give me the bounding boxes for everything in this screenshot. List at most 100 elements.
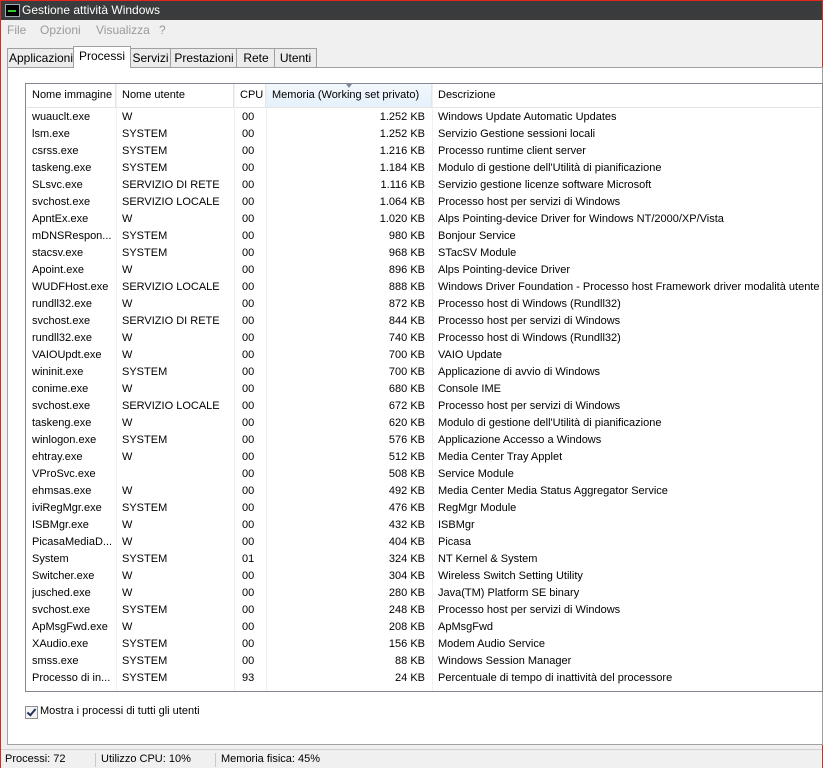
tab-users[interactable]: Utenti <box>274 48 317 67</box>
process-row[interactable]: ISBMgr.exe W 00 432 KB ISBMgr <box>26 517 822 534</box>
process-description: Percentuale di tempo di inattività del p… <box>438 672 673 684</box>
menu-options[interactable]: Opzioni <box>40 23 81 37</box>
process-row[interactable]: ApMsgFwd.exe W 00 208 KB ApMsgFwd <box>26 619 822 636</box>
process-row[interactable]: csrss.exe SYSTEM 00 1.216 KB Processo runtim… <box>26 143 822 160</box>
process-row[interactable]: winlogon.exe SYSTEM 00 576 KB Applicazione A… <box>26 432 822 449</box>
process-cpu: 00 <box>242 366 255 378</box>
process-row[interactable]: smss.exe SYSTEM 00 88 KB Windows Session Man… <box>26 653 822 670</box>
process-row[interactable]: taskeng.exe W 00 620 KB Modulo di gestione d… <box>26 415 822 432</box>
process-user-name: SYSTEM <box>122 502 168 514</box>
process-row[interactable]: rundll32.exe W 00 740 KB Processo host di Wi… <box>26 330 822 347</box>
process-user-name: W <box>122 570 133 582</box>
process-row[interactable]: svchost.exe SERVIZIO LOCALE 00 1.064 KB Proc… <box>26 194 822 211</box>
process-cpu: 00 <box>242 536 255 548</box>
process-image-name: wuauclt.exe <box>32 111 91 123</box>
process-description: Windows Driver Foundation - Processo hos… <box>438 281 820 293</box>
process-row[interactable]: PicasaMediaD... W 00 404 KB Picasa <box>26 534 822 551</box>
process-description: Java(TM) Platform SE binary <box>438 587 580 599</box>
process-cpu: 00 <box>242 451 255 463</box>
menu-view[interactable]: Visualizza <box>96 23 150 37</box>
process-row[interactable]: iviRegMgr.exe SYSTEM 00 476 KB RegMgr Module <box>26 500 822 517</box>
process-list[interactable]: Nome immagine Nome utente CPU Memoria (W… <box>25 83 823 692</box>
title-bar[interactable]: Gestione attività Windows <box>1 1 822 20</box>
process-user-name: SERVIZIO DI RETE <box>122 315 220 327</box>
checkbox-checked-icon[interactable] <box>25 706 38 719</box>
process-user-name: SERVIZIO LOCALE <box>122 281 220 293</box>
process-memory: 512 KB <box>388 451 425 463</box>
process-row[interactable]: SLsvc.exe SERVIZIO DI RETE 00 1.116 KB Servi… <box>26 177 822 194</box>
process-image-name: conime.exe <box>32 383 89 395</box>
process-cpu: 00 <box>242 196 255 208</box>
process-row[interactable]: Switcher.exe W 00 304 KB Wireless Switch Set… <box>26 568 822 585</box>
tab-services[interactable]: Servizi <box>129 48 172 67</box>
process-cpu: 00 <box>242 468 255 480</box>
process-row[interactable]: Apoint.exe W 00 896 KB Alps Pointing-device … <box>26 262 822 279</box>
process-user-name: W <box>122 383 133 395</box>
processes-panel: Nome immagine Nome utente CPU Memoria (W… <box>7 67 823 745</box>
process-row[interactable]: stacsv.exe SYSTEM 00 968 KB STacSV Module <box>26 245 822 262</box>
process-row[interactable]: Processo di in... SYSTEM 93 24 KB Percentual… <box>26 670 822 687</box>
tab-processes[interactable]: Processi <box>73 46 131 68</box>
process-row[interactable]: XAudio.exe SYSTEM 00 156 KB Modem Audio Serv… <box>26 636 822 653</box>
menu-bar: File Opzioni Visualizza ? <box>1 20 822 40</box>
process-row[interactable]: VProSvc.exe 00 508 KB Service Module <box>26 466 822 483</box>
process-memory: 888 KB <box>388 281 425 293</box>
column-header-image-name[interactable]: Nome immagine <box>26 84 116 107</box>
process-row[interactable]: lsm.exe SYSTEM 00 1.252 KB Servizio Gestione… <box>26 126 822 143</box>
process-row[interactable]: taskeng.exe SYSTEM 00 1.184 KB Modulo di ges… <box>26 160 822 177</box>
process-cpu: 00 <box>242 570 255 582</box>
process-memory: 896 KB <box>388 264 425 276</box>
process-row[interactable]: jusched.exe W 00 280 KB Java(TM) Platform SE… <box>26 585 822 602</box>
tab-network[interactable]: Rete <box>236 48 276 67</box>
process-cpu: 00 <box>242 485 255 497</box>
process-image-name: rundll32.exe <box>32 332 92 344</box>
process-row[interactable]: VAIOUpdt.exe W 00 700 KB VAIO Update <box>26 347 822 364</box>
process-image-name: stacsv.exe <box>32 247 84 259</box>
process-row[interactable]: svchost.exe SERVIZIO LOCALE 00 672 KB Proces… <box>26 398 822 415</box>
process-row[interactable]: WUDFHost.exe SERVIZIO LOCALE 00 888 KB Windo… <box>26 279 822 296</box>
process-cpu: 00 <box>242 162 255 174</box>
process-row[interactable]: ehmsas.exe W 00 492 KB Media Center Media St… <box>26 483 822 500</box>
process-description: NT Kernel & System <box>438 553 538 565</box>
tab-performance[interactable]: Prestazioni <box>170 48 238 67</box>
process-row[interactable]: conime.exe W 00 680 KB Console IME <box>26 381 822 398</box>
column-header-user-name[interactable]: Nome utente <box>116 84 234 107</box>
column-header-description[interactable]: Descrizione <box>432 84 822 107</box>
process-description: Processo runtime client server <box>438 145 586 157</box>
process-description: Picasa <box>438 536 472 548</box>
process-row[interactable]: svchost.exe SYSTEM 00 248 KB Processo host p… <box>26 602 822 619</box>
process-cpu: 00 <box>242 502 255 514</box>
status-processes: Processi: 72 <box>5 753 66 765</box>
process-row[interactable]: ehtray.exe W 00 512 KB Media Center Tray App… <box>26 449 822 466</box>
process-row[interactable]: rundll32.exe W 00 872 KB Processo host di Wi… <box>26 296 822 313</box>
menu-file[interactable]: File <box>7 23 26 37</box>
process-memory: 700 KB <box>388 349 425 361</box>
process-row[interactable]: ApntEx.exe W 00 1.020 KB Alps Pointing-devic… <box>26 211 822 228</box>
process-user-name: W <box>122 417 133 429</box>
process-image-name: svchost.exe <box>32 315 91 327</box>
status-physical-memory: Memoria fisica: 45% <box>221 753 321 765</box>
process-cpu: 00 <box>242 281 255 293</box>
process-image-name: iviRegMgr.exe <box>32 502 102 514</box>
process-user-name: SYSTEM <box>122 434 168 446</box>
process-image-name: wininit.exe <box>32 366 84 378</box>
process-image-name: ehtray.exe <box>32 451 83 463</box>
process-cpu: 00 <box>242 417 255 429</box>
process-row[interactable]: wininit.exe SYSTEM 00 700 KB Applicazione di… <box>26 364 822 381</box>
process-row[interactable]: System SYSTEM 01 324 KB NT Kernel & System <box>26 551 822 568</box>
process-image-name: Processo di in... <box>32 672 111 684</box>
process-cpu: 00 <box>242 349 255 361</box>
column-header-cpu[interactable]: CPU <box>234 84 266 107</box>
tab-applications[interactable]: Applicazioni <box>7 48 75 67</box>
process-memory: 1.252 KB <box>379 128 425 140</box>
process-user-name: SERVIZIO DI RETE <box>122 179 220 191</box>
process-memory: 476 KB <box>388 502 425 514</box>
process-row[interactable]: mDNSRespon... SYSTEM 00 980 KB Bonjour Servi… <box>26 228 822 245</box>
process-memory: 156 KB <box>388 638 425 650</box>
menu-help[interactable]: ? <box>159 23 166 37</box>
process-row[interactable]: wuauclt.exe W 00 1.252 KB Windows Update Aut… <box>26 109 822 126</box>
process-user-name: SYSTEM <box>122 655 168 667</box>
process-description: Media Center Media Status Aggregator Ser… <box>438 485 668 497</box>
process-cpu: 00 <box>242 332 255 344</box>
process-row[interactable]: svchost.exe SERVIZIO DI RETE 00 844 KB Proce… <box>26 313 822 330</box>
